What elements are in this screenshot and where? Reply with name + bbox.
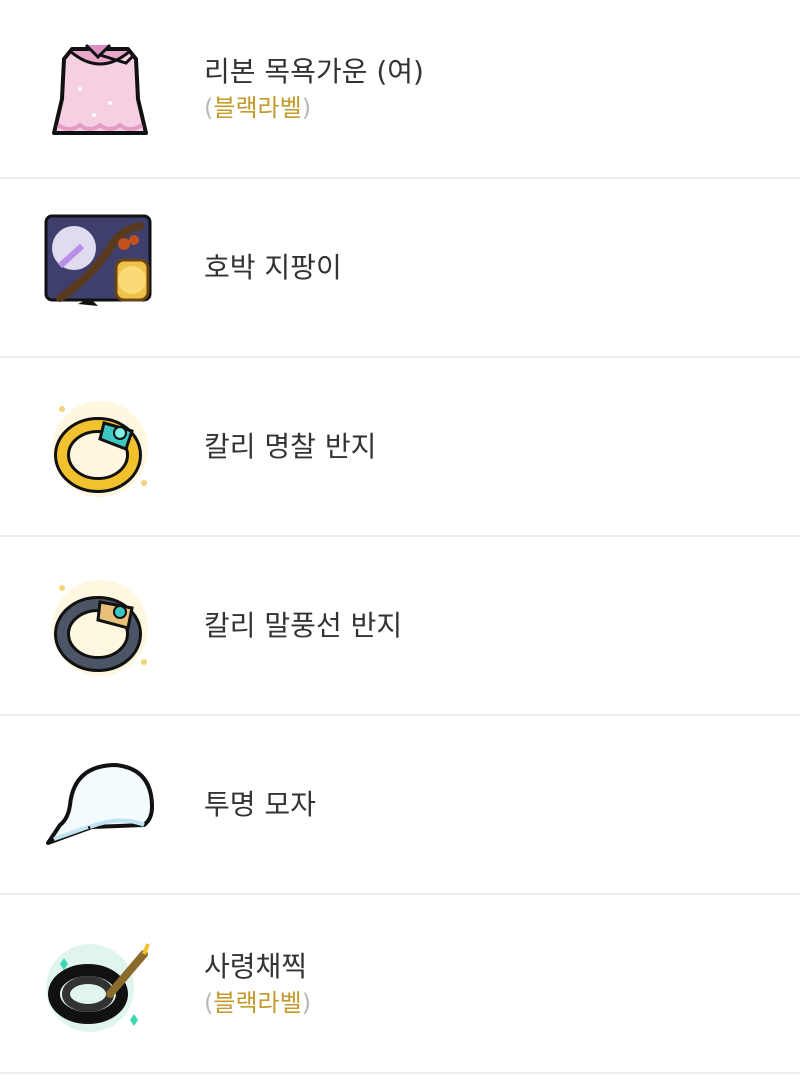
gold-ring-icon	[40, 387, 160, 507]
item-name: 칼리 말풍선 반지	[204, 608, 403, 642]
black-label-tag: (블랙라벨)	[204, 92, 424, 124]
label-text: 블랙라벨	[213, 93, 302, 122]
list-item[interactable]: 리본 목욕가운 (여) (블랙라벨)	[0, 0, 800, 179]
black-label-tag: (블랙라벨)	[204, 987, 311, 1019]
item-list: 리본 목욕가운 (여) (블랙라벨) 호박 지팡이 칼리 명찰 반지 칼리 말풍…	[0, 0, 800, 1074]
label-paren-close: )	[301, 988, 312, 1017]
item-name: 사령채찍	[204, 949, 308, 983]
label-paren-open: (	[204, 93, 214, 122]
list-item[interactable]: 투명 모자	[0, 716, 800, 895]
list-item[interactable]: 칼리 말풍선 반지	[0, 537, 800, 716]
pink-bathrobe-icon	[40, 29, 160, 149]
list-item[interactable]: 호박 지팡이	[0, 179, 800, 358]
list-item[interactable]: 사령채찍 (블랙라벨)	[0, 895, 800, 1074]
item-name: 호박 지팡이	[204, 250, 342, 284]
dark-ring-icon	[40, 566, 160, 686]
transparent-cap-icon	[40, 745, 160, 865]
pumpkin-staff-icon	[40, 208, 160, 328]
label-text: 블랙라벨	[213, 988, 302, 1017]
item-name: 리본 목욕가운 (여)	[204, 54, 424, 88]
item-name: 투명 모자	[204, 787, 316, 821]
whip-icon	[40, 924, 160, 1044]
label-paren-close: )	[301, 93, 312, 122]
label-paren-open: (	[204, 988, 214, 1017]
list-item[interactable]: 칼리 명찰 반지	[0, 358, 800, 537]
item-name: 칼리 명찰 반지	[204, 429, 377, 463]
